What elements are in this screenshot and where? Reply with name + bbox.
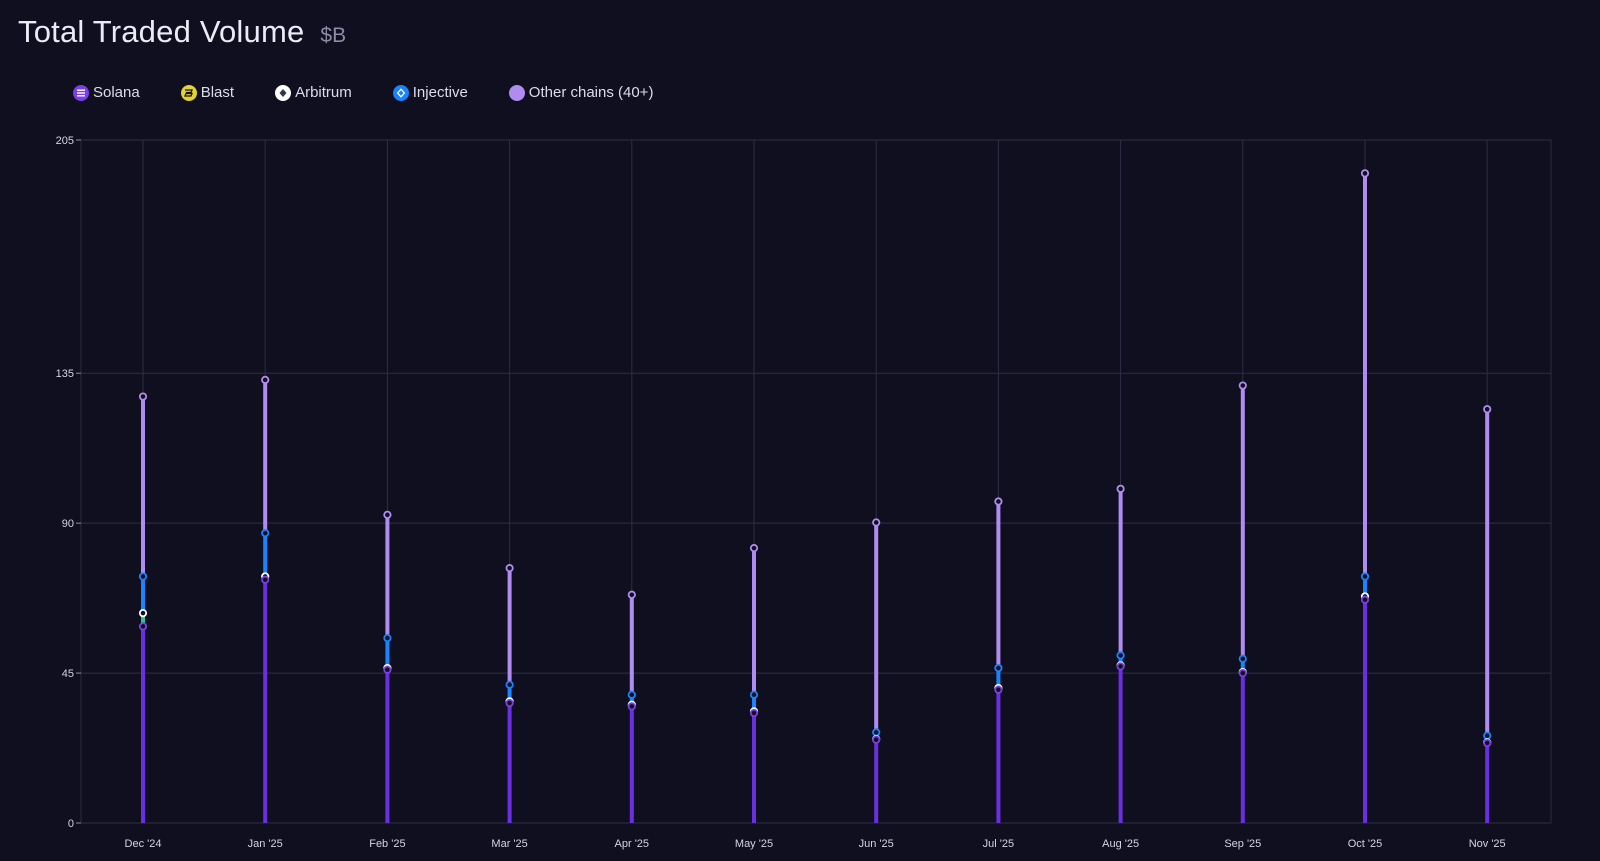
point-injective [383, 633, 392, 643]
x-tick-label: May '25 [735, 838, 773, 850]
point-injective [1238, 654, 1247, 663]
point-solana [872, 735, 881, 744]
x-tick-label: Dec '24 [125, 838, 162, 850]
point-injective [1483, 731, 1492, 740]
x-tick-label: Feb '25 [369, 838, 405, 850]
point-injective [505, 680, 514, 689]
point-other-chains-40- [749, 544, 759, 553]
y-tick-label: 205 [56, 135, 74, 147]
point-injective [627, 690, 636, 699]
plot-frame [80, 139, 1552, 824]
point-solana [383, 665, 392, 674]
y-tick-label: 135 [56, 368, 74, 380]
point-solana [1238, 668, 1247, 678]
point-injective [749, 690, 759, 699]
point-solana [505, 698, 514, 708]
point-solana [627, 702, 636, 711]
point-other-chains-40- [1483, 405, 1492, 414]
point-other-chains-40- [872, 518, 881, 527]
x-tick-label: Oct '25 [1348, 838, 1383, 850]
x-tick-label: Jul '25 [983, 838, 1014, 850]
point-other-chains-40- [505, 564, 514, 573]
point-solana [1116, 662, 1125, 671]
point-other-chains-40- [627, 590, 636, 599]
point-solana [749, 708, 759, 718]
y-tick-label: 90 [62, 518, 74, 530]
point-solana [1360, 595, 1370, 604]
x-tick-label: Jan '25 [248, 838, 283, 850]
x-tick-label: Nov '25 [1469, 838, 1506, 850]
x-tick-label: Mar '25 [491, 838, 527, 850]
point-other-chains-40- [1116, 484, 1125, 493]
x-tick-label: Apr '25 [615, 838, 650, 850]
y-tick-label: 45 [62, 668, 74, 680]
x-tick-label: Jun '25 [859, 838, 894, 850]
point-injective [1116, 651, 1125, 660]
point-other-chains-40- [1360, 169, 1370, 178]
point-arbitrum [138, 609, 148, 618]
y-tick-label: 0 [68, 818, 74, 830]
x-tick-label: Sep '25 [1224, 838, 1261, 850]
point-solana [1483, 738, 1492, 748]
point-other-chains-40- [1238, 381, 1247, 390]
point-injective [1360, 572, 1370, 581]
chart-plot: 0 45 90 135 205 Dec '24 Jan '25 Feb '25 Mar '25 A… [56, 135, 1552, 850]
point-other-chains-40- [261, 375, 270, 384]
point-other-chains-40- [138, 392, 148, 401]
point-injective [994, 663, 1003, 673]
point-injective [261, 529, 270, 538]
point-injective [872, 728, 881, 737]
point-other-chains-40- [383, 510, 392, 519]
point-solana [138, 622, 148, 631]
point-solana [994, 685, 1003, 694]
x-tick-label: Aug '25 [1102, 838, 1139, 850]
point-solana [261, 575, 270, 584]
point-other-chains-40- [994, 497, 1003, 506]
point-injective [138, 572, 148, 581]
